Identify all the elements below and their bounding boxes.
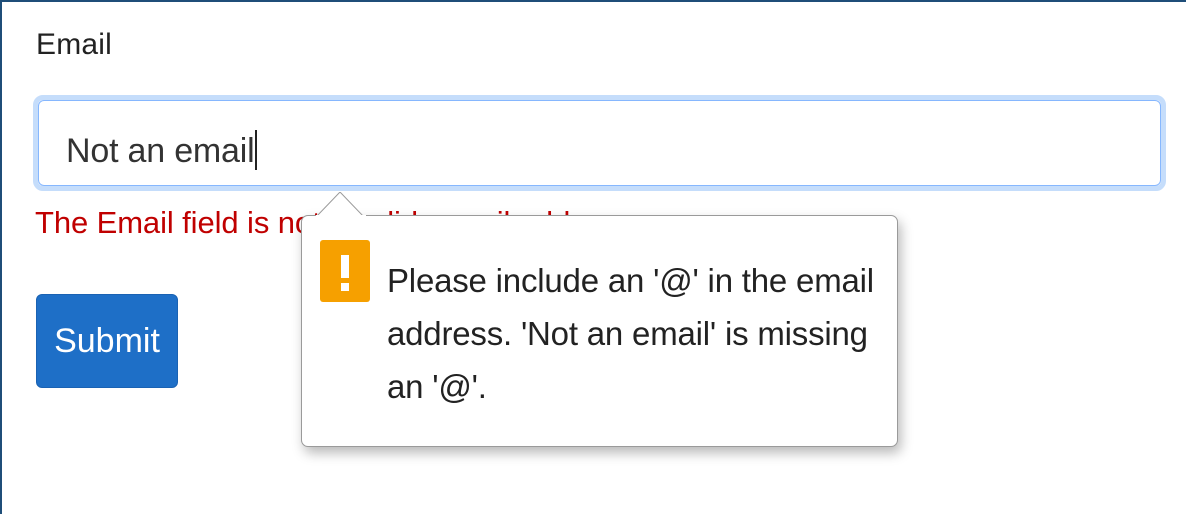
- tooltip-message: Please include an '@' in the email addre…: [387, 262, 874, 405]
- text-caret: [255, 130, 258, 170]
- email-input-value: Not an email: [66, 130, 258, 171]
- email-input[interactable]: Not an email: [38, 100, 1161, 186]
- tooltip-arrow: [316, 192, 366, 217]
- email-field[interactable]: Not an email: [33, 95, 1166, 191]
- submit-button[interactable]: Submit: [36, 294, 178, 388]
- warning-icon: [320, 240, 370, 302]
- email-label: Email: [36, 28, 113, 61]
